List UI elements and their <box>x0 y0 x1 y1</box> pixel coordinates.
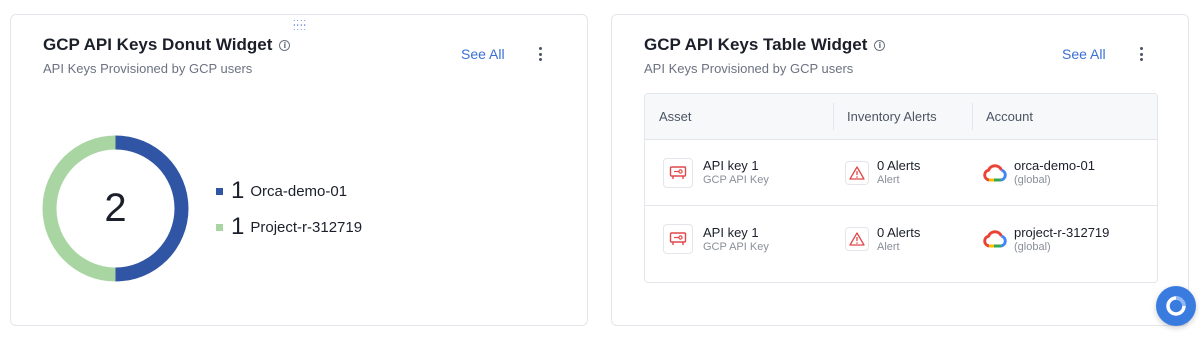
legend-item[interactable]: 1 Orca-demo-01 <box>216 173 362 209</box>
legend-swatch <box>216 187 223 195</box>
account-name: project-r-312719 <box>1014 224 1110 240</box>
gcp-cloud-icon <box>983 163 1007 181</box>
asset-type: GCP API Key <box>703 240 769 253</box>
see-all-link[interactable]: See All <box>1062 46 1106 62</box>
alerts-label: Alert <box>877 240 900 253</box>
account-cell[interactable]: orca-demo-01 (global) <box>972 158 1157 187</box>
legend-name: Orca-demo-01 <box>250 182 348 200</box>
chat-assistant-button[interactable] <box>1156 286 1196 326</box>
chat-assistant-icon <box>1166 296 1186 316</box>
account-region: (global) <box>1014 240 1051 253</box>
asset-name: API key 1 <box>703 158 759 173</box>
legend-count: 1 <box>231 213 245 240</box>
asset-type: GCP API Key <box>703 174 769 186</box>
see-all-link[interactable]: See All <box>461 46 505 62</box>
table-widget-title: GCP API Keys Table Widget i <box>644 35 886 55</box>
legend-name: Project-r-312719 <box>250 218 363 236</box>
gcp-cloud-icon <box>983 230 1007 248</box>
api-key-icon <box>663 157 693 188</box>
asset-cell[interactable]: API key 1 GCP API Key <box>645 224 833 254</box>
more-options-icon[interactable] <box>1136 45 1146 63</box>
drag-handle-icon[interactable]: :::::::: <box>293 18 307 32</box>
alert-icon <box>845 160 869 185</box>
alerts-count: 0 Alerts <box>877 158 921 173</box>
alerts-cell[interactable]: 0 Alerts Alert <box>833 158 972 187</box>
account-name: orca-demo-01 <box>1014 158 1095 173</box>
donut-legend: 1 Orca-demo-01 1 Project-r-312719 <box>216 173 362 245</box>
table-row[interactable]: API key 1 GCP API Key 0 Alerts Alert pro… <box>645 206 1157 272</box>
account-cell[interactable]: project-r-312719 (global) <box>972 225 1157 254</box>
legend-count: 1 <box>231 177 245 204</box>
legend-item[interactable]: 1 Project-r-312719 <box>216 209 362 245</box>
alerts-label: Alert <box>877 174 900 186</box>
column-header-asset[interactable]: Asset <box>645 94 833 139</box>
donut-widget-title: GCP API Keys Donut Widget i <box>43 35 291 55</box>
donut-widget-subtitle: API Keys Provisioned by GCP users <box>43 61 253 76</box>
alerts-cell[interactable]: 0 Alerts Alert <box>833 225 972 254</box>
info-icon[interactable]: i <box>279 39 291 51</box>
asset-cell[interactable]: API key 1 GCP API Key <box>645 157 833 188</box>
alert-icon <box>845 227 869 251</box>
table-widget-subtitle: API Keys Provisioned by GCP users <box>644 61 854 76</box>
column-header-inventory-alerts[interactable]: Inventory Alerts <box>833 94 972 139</box>
table-widget-title-text: GCP API Keys Table Widget <box>644 35 868 54</box>
column-header-account[interactable]: Account <box>972 94 1157 139</box>
asset-name: API key 1 <box>703 224 759 240</box>
account-region: (global) <box>1014 174 1051 186</box>
more-options-icon[interactable] <box>535 45 545 63</box>
donut-total: 2 <box>104 186 127 230</box>
api-key-icon <box>663 224 693 254</box>
table-header: Asset Inventory Alerts Account <box>645 94 1157 140</box>
table-widget-card: GCP API Keys Table Widget i API Keys Pro… <box>611 14 1189 326</box>
legend-swatch <box>216 223 223 231</box>
api-keys-table: Asset Inventory Alerts Account API key 1… <box>644 93 1158 283</box>
donut-widget-card: :::::::: GCP API Keys Donut Widget i API… <box>10 14 588 326</box>
info-icon[interactable]: i <box>874 39 886 51</box>
alerts-count: 0 Alerts <box>877 224 921 240</box>
table-row[interactable]: API key 1 GCP API Key 0 Alerts Alert orc… <box>645 140 1157 206</box>
donut-widget-title-text: GCP API Keys Donut Widget <box>43 35 273 54</box>
